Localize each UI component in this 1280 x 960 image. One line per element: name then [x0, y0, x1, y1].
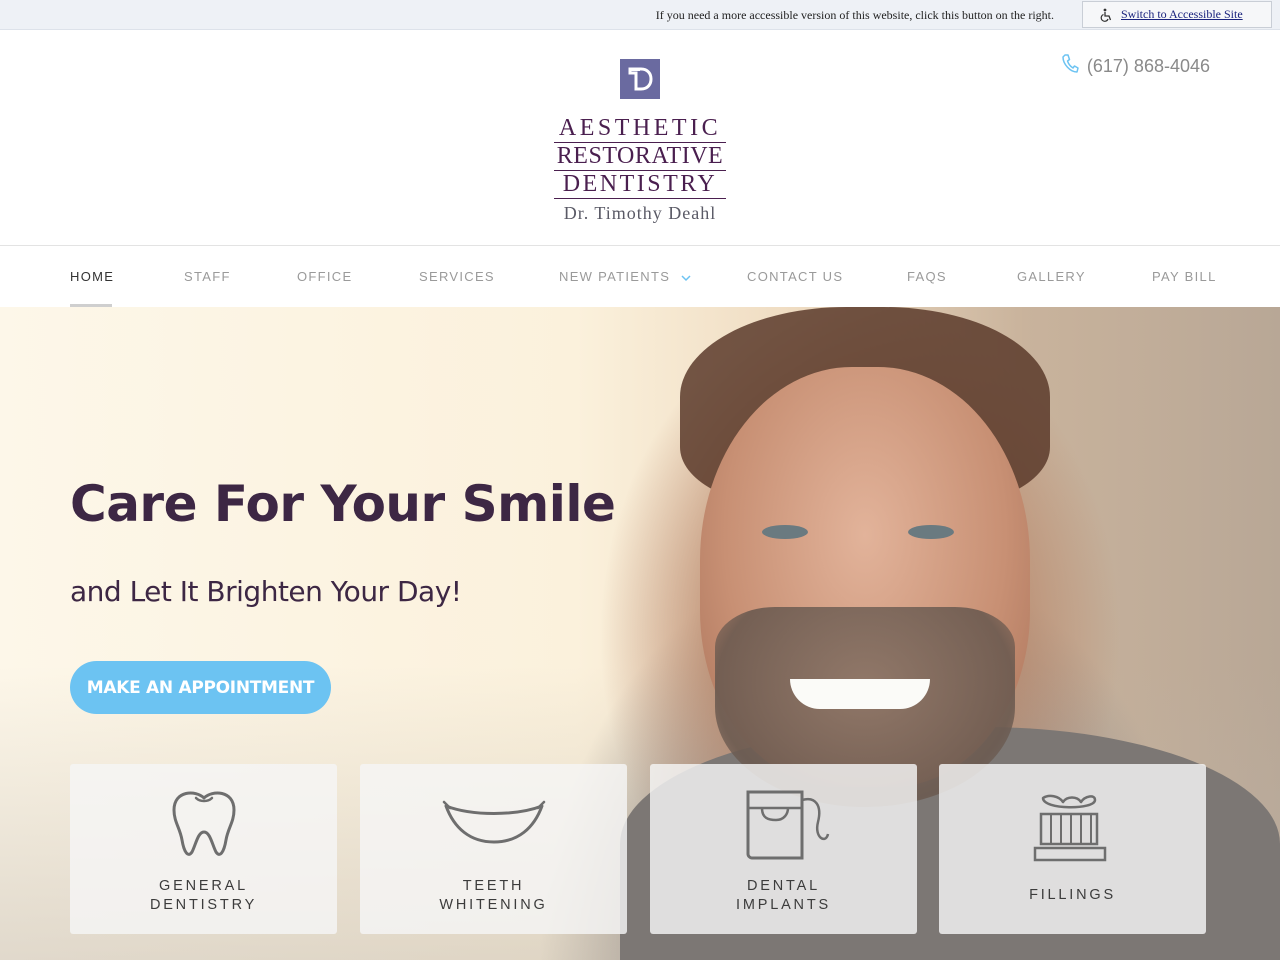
main-nav: HOME STAFF OFFICE SERVICES NEW PATIENTS …: [0, 245, 1280, 307]
phone-icon: [1061, 53, 1079, 80]
tooth-icon: [168, 786, 240, 860]
service-card-dental-implants-line2: IMPLANTS: [736, 897, 831, 913]
smile-icon: [442, 794, 546, 854]
nav-item-services[interactable]: SERVICES: [419, 269, 495, 284]
service-card-fillings[interactable]: FILLINGS: [939, 764, 1206, 934]
hero-photo-smile: [790, 679, 930, 709]
service-card-general-dentistry-line2: DENTISTRY: [149, 897, 258, 913]
service-card-teeth-whitening-line2: WHITENING: [439, 897, 548, 913]
logo-monogram: [620, 59, 660, 99]
phone-link[interactable]: (617) 868-4046: [1061, 53, 1210, 80]
logo-doctor-name: Dr. Timothy Deahl: [563, 203, 717, 223]
hero-title: Care For Your Smile: [70, 475, 616, 533]
nav-item-staff[interactable]: STAFF: [184, 269, 231, 284]
accessibility-message: If you need a more accessible version of…: [655, 8, 1054, 22]
nav-item-home[interactable]: HOME: [70, 269, 114, 284]
nav-item-new-patients-label: NEW PATIENTS: [559, 269, 671, 284]
site-logo[interactable]: AESTHETIC RESTORATIVE DENTISTRY Dr. Timo…: [554, 59, 726, 226]
service-card-teeth-whitening[interactable]: TEETH WHITENING: [360, 764, 627, 934]
hero-photo-eye-left: [762, 525, 808, 539]
nav-item-new-patients[interactable]: NEW PATIENTS: [559, 269, 691, 285]
logo-line-restorative: RESTORATIVE: [554, 143, 726, 171]
service-card-general-dentistry[interactable]: GENERAL DENTISTRY: [70, 764, 337, 934]
phone-number: (617) 868-4046: [1086, 56, 1210, 76]
wheelchair-icon: [1099, 8, 1113, 22]
nav-item-contact-us[interactable]: CONTACT US: [747, 269, 843, 284]
service-card-teeth-whitening-line1: TEETH: [462, 878, 525, 894]
switch-accessible-site-button[interactable]: Switch to Accessible Site: [1082, 1, 1272, 28]
service-card-dental-implants-line1: DENTAL: [747, 878, 820, 894]
nav-item-pay-bill[interactable]: PAY BILL: [1152, 269, 1217, 284]
chevron-down-icon: [681, 270, 691, 285]
toothbrush-icon: [1033, 794, 1113, 870]
hero-section: Care For Your Smile and Let It Brighten …: [0, 307, 1280, 960]
accessibility-bar: If you need a more accessible version of…: [0, 0, 1280, 30]
service-card-general-dentistry-line1: GENERAL: [159, 878, 248, 894]
site-header: AESTHETIC RESTORATIVE DENTISTRY Dr. Timo…: [0, 31, 1280, 245]
hero-photo-eye-right: [908, 525, 954, 539]
floss-icon: [742, 786, 832, 860]
hero-subtitle: and Let It Brighten Your Day!: [70, 575, 462, 608]
nav-item-gallery[interactable]: GALLERY: [1017, 269, 1086, 284]
logo-line-aesthetic: AESTHETIC: [554, 115, 726, 143]
nav-item-faqs[interactable]: FAQS: [907, 269, 947, 284]
nav-item-office[interactable]: OFFICE: [297, 269, 352, 284]
switch-accessible-site-label: Switch to Accessible Site: [1121, 7, 1243, 21]
logo-line-dentistry: DENTISTRY: [554, 171, 726, 199]
service-card-dental-implants[interactable]: DENTAL IMPLANTS: [650, 764, 917, 934]
make-appointment-button[interactable]: MAKE AN APPOINTMENT: [70, 661, 331, 714]
service-card-fillings-label: FILLINGS: [1029, 887, 1116, 903]
service-cards: GENERAL DENTISTRY TEETH WHITENING DENTAL…: [0, 764, 1280, 934]
